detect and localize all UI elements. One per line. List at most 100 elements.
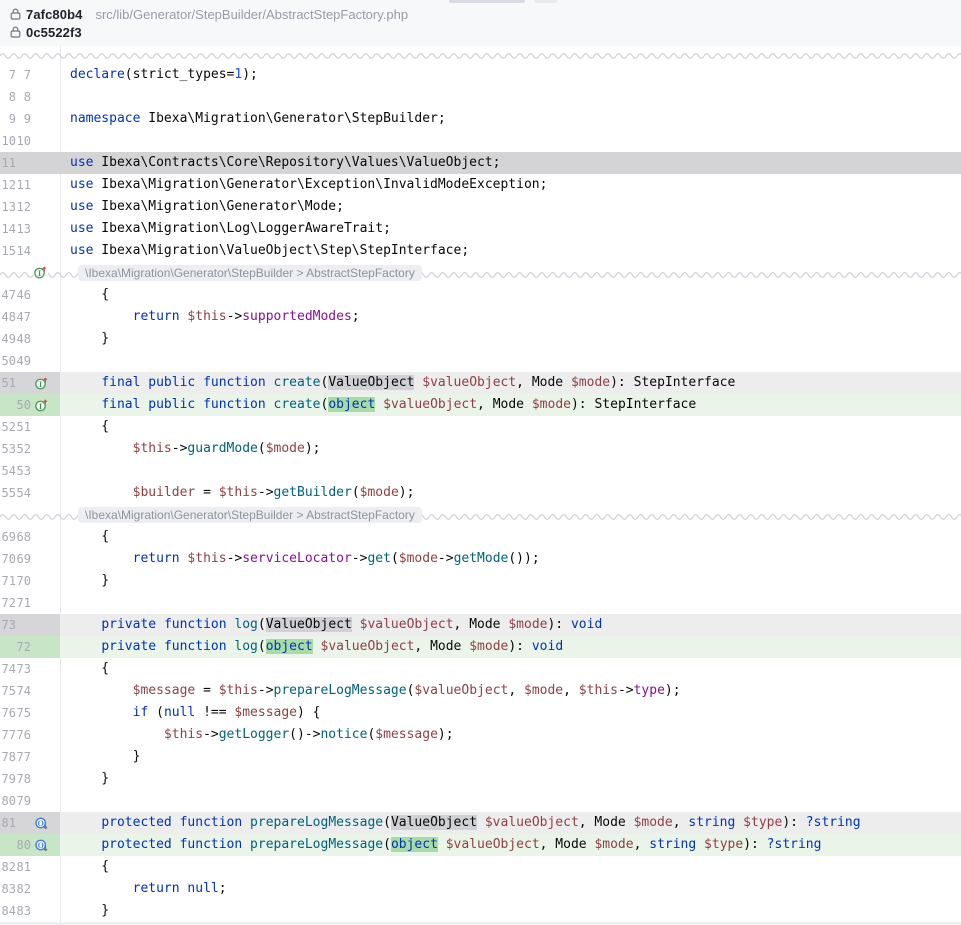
code-token: function — [203, 397, 266, 412]
code-line[interactable]: use Ibexa\Migration\Log\LoggerAwareTrait… — [60, 218, 961, 240]
code-line[interactable]: protected function prepareLogMessage(obj… — [60, 834, 961, 856]
code-line[interactable]: $this->getLogger()->notice($message); — [60, 724, 961, 746]
code-line[interactable]: { — [60, 856, 961, 878]
revision-new-line: 0c5522f3 — [0, 23, 961, 41]
code-token: $mode — [524, 683, 563, 698]
code-token: protected — [101, 837, 171, 852]
code-line[interactable]: use Ibexa\Migration\Generator\Mode; — [60, 196, 961, 218]
code-token: $valueObject — [321, 639, 415, 654]
code-line[interactable]: } — [60, 570, 961, 592]
code-line[interactable]: use Ibexa\Contracts\Core\Repository\Valu… — [60, 152, 961, 174]
code-line[interactable]: declare(strict_types=1); — [60, 64, 961, 86]
gutter-spacer — [31, 482, 60, 504]
code-token: getLogger — [219, 727, 289, 742]
code-line[interactable] — [60, 592, 961, 614]
collapsed-region-separator[interactable]: I\Ibexa\Migration\Generator\StepBuilder … — [0, 262, 961, 284]
code-line[interactable]: $builder = $this->getBuilder($mode); — [60, 482, 961, 504]
code-token: , — [673, 815, 689, 830]
diff-row-removed: 81 O protected function prepareLogMessage… — [0, 812, 961, 834]
collapsed-region-separator[interactable]: \Ibexa\Migration\Generator\StepBuilder >… — [0, 504, 961, 526]
code-token: ( — [258, 617, 266, 632]
gutter-spacer — [31, 658, 60, 680]
code-line[interactable] — [60, 130, 961, 152]
code-token: ): StepInterface — [610, 375, 735, 390]
code-token: Ibexa\Migration\Generator\StepBuilder; — [140, 111, 445, 126]
old-line-number: 71 — [0, 570, 16, 592]
code-line[interactable]: $this->guardMode($mode); — [60, 438, 961, 460]
code-line[interactable]: namespace Ibexa\Migration\Generator\Step… — [60, 108, 961, 130]
code-token: $mode — [360, 485, 399, 500]
code-token: $valueObject — [446, 837, 540, 852]
code-token: $this — [164, 727, 203, 742]
diff-row-removed: 51I final public function create(ValueOb… — [0, 372, 961, 394]
code-line[interactable]: { — [60, 416, 961, 438]
code-line[interactable]: private function log(ValueObject $valueO… — [60, 614, 961, 636]
code-line[interactable] — [60, 790, 961, 812]
gutter-spacer — [31, 350, 60, 372]
diff-row: 5251 { — [0, 416, 961, 438]
code-line[interactable]: } — [60, 768, 961, 790]
diff-row: 99namespace Ibexa\Migration\Generator\St… — [0, 108, 961, 130]
code-token: ); — [305, 441, 321, 456]
code-token: public — [148, 397, 195, 412]
implements-icon[interactable]: I — [34, 398, 49, 413]
diff-row-added: 72 private function log(object $valueObj… — [0, 636, 961, 658]
code-token: ): — [508, 639, 531, 654]
implements-icon[interactable]: I — [33, 265, 48, 280]
overridden-icon[interactable]: O — [34, 816, 49, 831]
diff-row: 7574 $message = $this->prepareLogMessage… — [0, 680, 961, 702]
code-line[interactable]: } — [60, 328, 961, 350]
code-line[interactable]: use Ibexa\Migration\Generator\Exception\… — [60, 174, 961, 196]
old-line-number: 83 — [0, 878, 16, 900]
svg-text:O: O — [38, 840, 44, 849]
code-line[interactable]: { — [60, 284, 961, 306]
code-line[interactable]: use Ibexa\Migration\ValueObject\Step\Ste… — [60, 240, 961, 262]
code-line[interactable]: return null; — [60, 878, 961, 900]
code-line[interactable]: { — [60, 526, 961, 548]
code-line[interactable]: final public function create(ValueObject… — [60, 372, 961, 394]
code-token: $this — [219, 683, 258, 698]
new-line-number: 50 — [16, 394, 31, 416]
code-line[interactable] — [60, 86, 961, 108]
code-token: = — [195, 683, 218, 698]
code-token: function — [203, 375, 266, 390]
code-token: use — [70, 155, 93, 170]
code-token: $mode — [634, 815, 673, 830]
code-line[interactable]: return $this->serviceLocator->get($mode-… — [60, 548, 961, 570]
wave-separator-line — [0, 50, 961, 60]
code-line[interactable]: { — [60, 658, 961, 680]
code-line[interactable]: return $this->supportedModes; — [60, 306, 961, 328]
code-token — [70, 815, 101, 830]
code-token: -> — [203, 727, 219, 742]
implements-icon[interactable]: I — [34, 376, 49, 391]
code-token: -> — [438, 551, 454, 566]
gutter-spacer — [31, 900, 60, 922]
code-line[interactable]: if (null !== $message) { — [60, 702, 961, 724]
code-token — [266, 397, 274, 412]
code-line[interactable] — [60, 460, 961, 482]
code-line[interactable]: final public function create(object $val… — [60, 394, 961, 416]
code-line[interactable]: $message = $this->prepareLogMessage($val… — [60, 680, 961, 702]
code-line[interactable]: protected function prepareLogMessage(Val… — [60, 812, 961, 834]
diff-row: 7877 } — [0, 746, 961, 768]
code-line[interactable] — [60, 350, 961, 372]
old-line-number: 79 — [0, 768, 16, 790]
code-token: serviceLocator — [242, 551, 352, 566]
new-line-number: 7 — [16, 64, 31, 86]
code-line[interactable]: private function log(object $valueObject… — [60, 636, 961, 658]
old-line-number: 81 — [0, 812, 16, 834]
collapsed-region-separator[interactable] — [0, 46, 961, 64]
gutter-spacer — [31, 108, 60, 130]
code-token: function — [164, 639, 227, 654]
new-line-number: 76 — [16, 724, 31, 746]
overridden-icon[interactable]: O — [34, 838, 49, 853]
new-line-number: 82 — [16, 878, 31, 900]
diff-content[interactable]: 77declare(strict_types=1);8899namespace … — [0, 46, 961, 925]
code-token: ( — [383, 815, 391, 830]
diff-row-removed: 73 private function log(ValueObject $val… — [0, 614, 961, 636]
code-line[interactable]: } — [60, 900, 961, 922]
code-token: $mode — [571, 375, 610, 390]
new-line-number: 12 — [16, 196, 31, 218]
code-line[interactable]: } — [60, 746, 961, 768]
code-token: $message — [234, 705, 297, 720]
